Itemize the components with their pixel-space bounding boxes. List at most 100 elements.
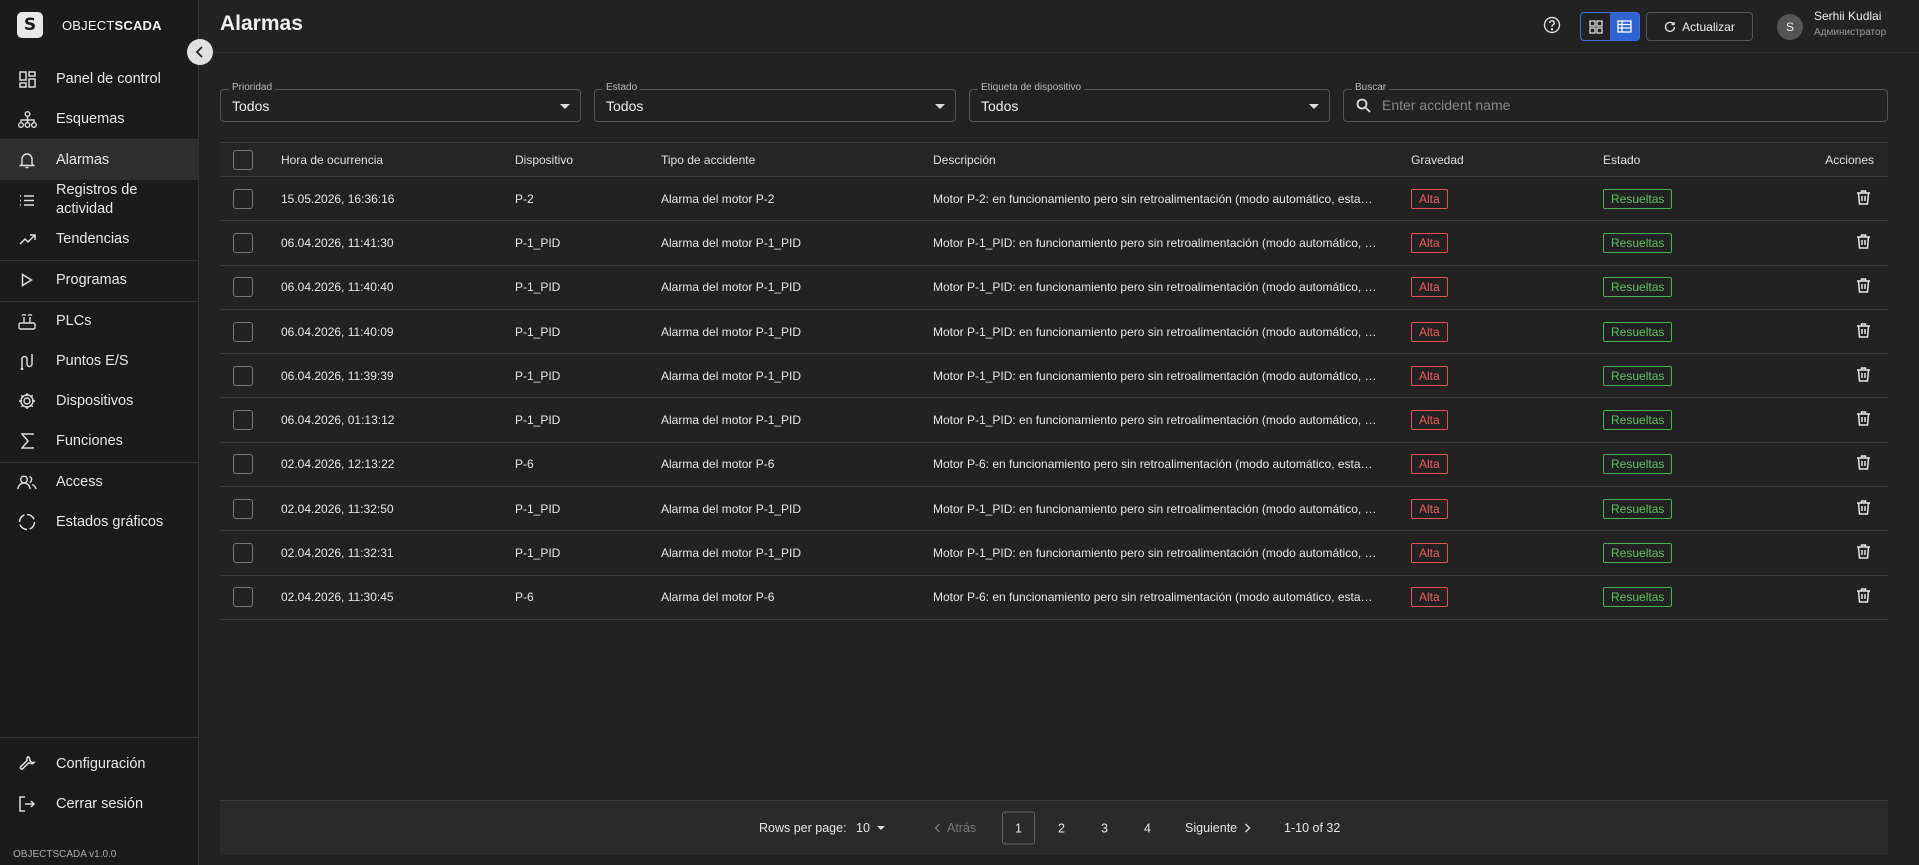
- column-header-device[interactable]: Dispositivo: [515, 153, 573, 167]
- delete-button[interactable]: [1856, 366, 1871, 385]
- wrench-icon: [17, 754, 37, 774]
- sidebar-item-dispositivos[interactable]: Dispositivos: [0, 391, 199, 411]
- select-all-checkbox[interactable]: [233, 149, 253, 170]
- delete-button[interactable]: [1856, 411, 1871, 430]
- rows-per-page-select[interactable]: 10: [856, 821, 885, 835]
- table-row[interactable]: 02.04.2026, 12:13:22 P-6 Alarma del motor …: [220, 443, 1888, 488]
- delete-button[interactable]: [1856, 455, 1871, 474]
- status-badge: Resueltas: [1603, 277, 1673, 298]
- sidebar-item-esquemas[interactable]: Esquemas: [0, 109, 199, 129]
- page-button-3[interactable]: 3: [1088, 812, 1121, 845]
- sidebar-item-funciones[interactable]: Funciones: [0, 431, 199, 451]
- search-input[interactable]: [1382, 97, 1852, 113]
- trash-icon: [1856, 544, 1871, 563]
- sidebar-item-programas[interactable]: Programas: [0, 270, 199, 290]
- delete-button[interactable]: [1856, 233, 1871, 252]
- cell-time: 06.04.2026, 11:40:40: [281, 280, 394, 295]
- sidebar-item-registros[interactable]: Registros de actividad: [0, 180, 199, 220]
- delete-button[interactable]: [1856, 278, 1871, 297]
- page-button-2[interactable]: 2: [1045, 812, 1078, 845]
- sidebar-item-cerrar-sesion[interactable]: Cerrar sesión: [0, 794, 199, 814]
- sidebar-item-access[interactable]: Access: [0, 472, 199, 492]
- play-icon: [17, 270, 37, 290]
- prev-page-button[interactable]: Atrás: [934, 821, 976, 835]
- row-checkbox[interactable]: [233, 277, 253, 298]
- table-row[interactable]: 06.04.2026, 11:40:40 P-1_PID Alarma del mo…: [220, 266, 1888, 310]
- table-row[interactable]: 06.04.2026, 11:41:30 P-1_PID Alarma del mo…: [220, 221, 1888, 266]
- column-header-time[interactable]: Hora de ocurrencia: [281, 153, 383, 167]
- column-header-description[interactable]: Descripción: [933, 153, 1405, 167]
- row-checkbox[interactable]: [233, 188, 253, 209]
- sidebar-item-panel-de-control[interactable]: Panel de control: [0, 69, 199, 89]
- table-row[interactable]: 02.04.2026, 11:30:45 P-6 Alarma del motor …: [220, 576, 1888, 620]
- cell-time: 06.04.2026, 11:39:39: [281, 368, 394, 383]
- logo[interactable]: S OBJECTSCADA: [17, 12, 162, 38]
- sidebar-item-configuracion[interactable]: Configuración: [0, 754, 199, 774]
- table-header: Hora de ocurrencia Dispositivo Tipo de a…: [220, 142, 1888, 177]
- cell-type: Alarma del motor P-1_PID: [661, 368, 802, 383]
- table-row[interactable]: 02.04.2026, 11:32:31 P-1_PID Alarma del mo…: [220, 531, 1888, 576]
- refresh-button[interactable]: Actualizar: [1646, 12, 1753, 41]
- severity-badge: Alta: [1411, 277, 1448, 298]
- severity-badge: Alta: [1411, 232, 1448, 253]
- table-row[interactable]: 06.04.2026, 11:39:39 P-1_PID Alarma del mo…: [220, 354, 1888, 399]
- row-checkbox[interactable]: [233, 232, 253, 253]
- table-row[interactable]: 02.04.2026, 11:32:50 P-1_PID Alarma del mo…: [220, 487, 1888, 532]
- cell-device: P-1_PID: [515, 413, 561, 428]
- table-row[interactable]: 06.04.2026, 11:40:09 P-1_PID Alarma del mo…: [220, 310, 1888, 355]
- page-button-1[interactable]: 1: [1002, 811, 1035, 845]
- delete-button[interactable]: [1856, 499, 1871, 518]
- cell-time: 02.04.2026, 11:32:31: [281, 546, 394, 561]
- help-icon[interactable]: [1543, 16, 1561, 34]
- row-checkbox[interactable]: [233, 321, 253, 342]
- table-view-button[interactable]: [1610, 13, 1639, 40]
- device-tag-select[interactable]: Etiqueta de dispositivo Todos: [969, 82, 1330, 122]
- router-icon: [17, 311, 37, 331]
- cell-device: P-1_PID: [515, 280, 561, 295]
- table-row[interactable]: 15.05.2026, 16:36:16 P-2 Alarma del motor …: [220, 177, 1888, 222]
- sidebar-item-plcs[interactable]: PLCs: [0, 311, 199, 331]
- row-checkbox[interactable]: [233, 454, 253, 475]
- table-icon: [1617, 20, 1632, 33]
- collapse-sidebar-button[interactable]: [187, 39, 213, 65]
- row-checkbox[interactable]: [233, 543, 253, 564]
- delete-button[interactable]: [1856, 544, 1871, 563]
- severity-badge: Alta: [1411, 498, 1448, 519]
- delete-button[interactable]: [1856, 588, 1871, 607]
- sidebar-item-puntos-es[interactable]: Puntos E/S: [0, 351, 199, 371]
- avatar[interactable]: S: [1777, 14, 1803, 40]
- sidebar-item-estados-graficos[interactable]: Estados gráficos: [0, 512, 199, 532]
- delete-button[interactable]: [1856, 322, 1871, 341]
- row-checkbox[interactable]: [233, 587, 253, 608]
- trend-icon: [17, 229, 37, 249]
- status-badge: Resueltas: [1603, 188, 1673, 209]
- delete-button[interactable]: [1856, 189, 1871, 208]
- page-button-4[interactable]: 4: [1131, 812, 1164, 845]
- table-row[interactable]: 06.04.2026, 01:13:12 P-1_PID Alarma del mo…: [220, 398, 1888, 443]
- row-checkbox[interactable]: [233, 365, 253, 386]
- column-header-state[interactable]: Estado: [1603, 153, 1640, 167]
- user-name: Serhii Kudlai: [1814, 9, 1882, 23]
- trash-icon: [1856, 499, 1871, 518]
- state-select[interactable]: Estado Todos: [594, 82, 956, 122]
- cell-description: Motor P-6: en funcionamiento pero sin re…: [933, 457, 1373, 472]
- grid-view-button[interactable]: [1581, 13, 1610, 40]
- next-page-button[interactable]: Siguiente: [1185, 821, 1251, 835]
- sidebar-item-tendencias[interactable]: Tendencias: [0, 229, 199, 249]
- row-checkbox[interactable]: [233, 410, 253, 431]
- priority-select[interactable]: Prioridad Todos: [220, 82, 581, 122]
- trash-icon: [1856, 189, 1871, 208]
- state-label: Estado: [603, 82, 641, 93]
- status-badge: Resueltas: [1603, 498, 1673, 519]
- status-badge: Resueltas: [1603, 543, 1673, 564]
- cell-time: 06.04.2026, 01:13:12: [281, 413, 395, 428]
- cell-time: 02.04.2026, 12:13:22: [281, 457, 395, 472]
- sidebar-item-alarmas[interactable]: Alarmas: [0, 140, 199, 180]
- row-checkbox[interactable]: [233, 498, 253, 519]
- column-header-type[interactable]: Tipo de accidente: [661, 153, 755, 167]
- sidebar: S OBJECTSCADA Panel de control Esquemas …: [0, 0, 199, 865]
- cell-device: P-1_PID: [515, 324, 561, 339]
- state-value: Todos: [606, 98, 644, 114]
- severity-badge: Alta: [1411, 365, 1448, 386]
- column-header-severity[interactable]: Gravedad: [1411, 153, 1464, 167]
